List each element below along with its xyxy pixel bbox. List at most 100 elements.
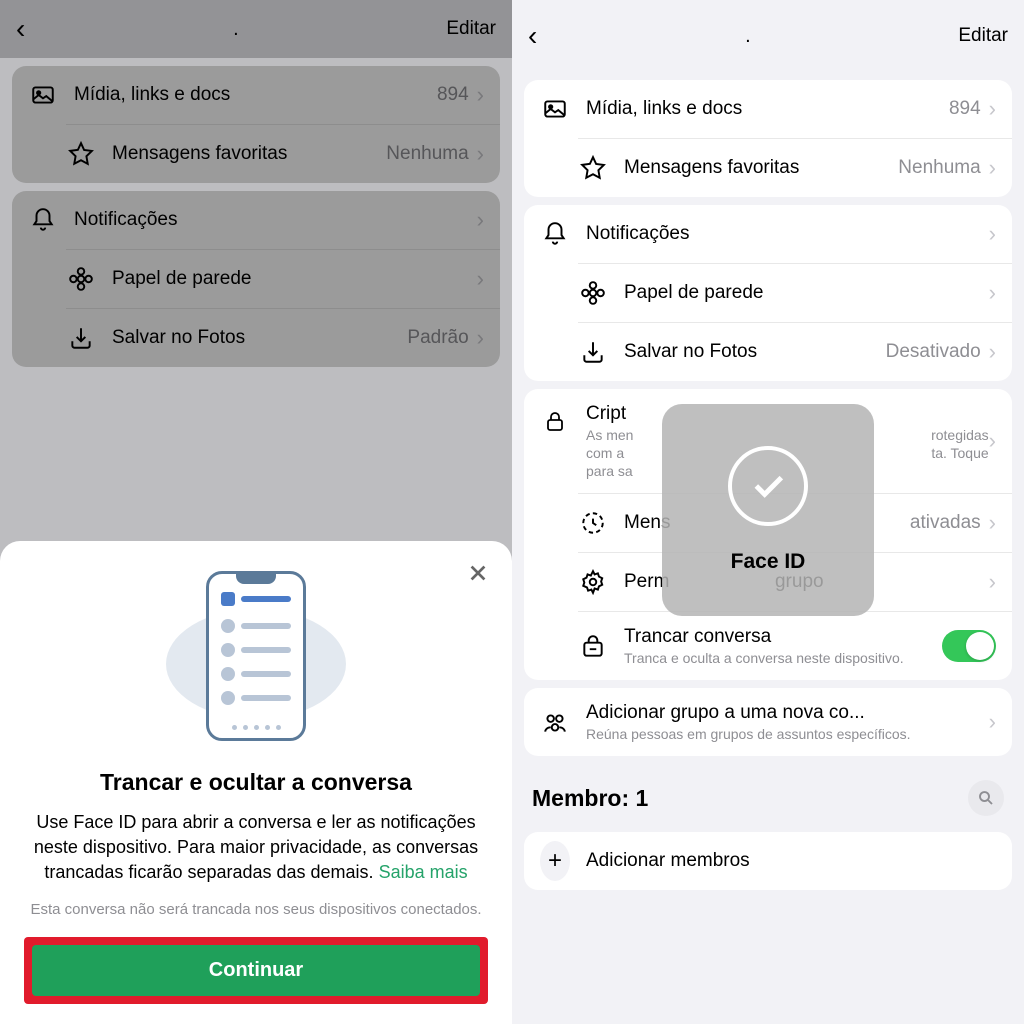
row-sub: As men	[586, 427, 633, 443]
chevron-right-icon: ›	[477, 141, 484, 167]
row-label: Papel de parede	[624, 282, 989, 304]
lock-icon	[540, 407, 570, 437]
row-save-photos[interactable]: Salvar no Fotos Padrão ›	[66, 308, 500, 367]
row-notifications[interactable]: Notificações ›	[12, 191, 500, 249]
row-notifications[interactable]: Notificações ›	[524, 205, 1012, 263]
header: ‹ . Editar	[0, 0, 512, 58]
chevron-right-icon: ›	[989, 155, 996, 181]
members-count: Membro: 1	[532, 785, 648, 812]
flower-icon	[66, 264, 96, 294]
chevron-right-icon: ›	[989, 428, 996, 454]
learn-more-link[interactable]: Saiba mais	[379, 862, 468, 882]
flower-icon	[578, 278, 608, 308]
edit-button[interactable]: Editar	[958, 25, 1008, 47]
row-sub-end: ta. Toque	[931, 445, 988, 461]
members-header: Membro: 1	[512, 764, 1024, 824]
edit-button[interactable]: Editar	[446, 18, 496, 40]
row-add-community[interactable]: Adicionar grupo a uma nova co... Reúna p…	[524, 688, 1012, 756]
row-value: Nenhuma	[898, 157, 980, 179]
row-media[interactable]: Mídia, links e docs 894 ›	[524, 80, 1012, 138]
row-label: Mídia, links e docs	[586, 98, 949, 120]
button-highlight: Continuar	[24, 937, 488, 1004]
header: ‹ . Editar	[512, 0, 1024, 72]
row-label: Adicionar grupo a uma nova co...	[586, 702, 989, 724]
sheet-title: Trancar e ocultar a conversa	[24, 769, 488, 796]
timer-icon	[578, 508, 608, 538]
row-label: Salvar no Fotos	[624, 341, 886, 363]
row-lock-chat[interactable]: Trancar conversa Tranca e oculta a conve…	[578, 611, 1012, 680]
faceid-label: Face ID	[731, 550, 806, 574]
row-label: Mensagens favoritas	[112, 143, 386, 165]
row-save-photos[interactable]: Salvar no Fotos Desativado ›	[578, 322, 1012, 381]
row-value: ativadas	[910, 512, 981, 534]
lock-toggle[interactable]	[942, 630, 996, 662]
row-media[interactable]: Mídia, links e docs 894 ›	[12, 66, 500, 124]
plus-icon: +	[540, 846, 570, 876]
row-sub-end: rotegidas	[931, 427, 989, 443]
card-media: Mídia, links e docs 894 › Mensagens favo…	[524, 80, 1012, 197]
continue-button[interactable]: Continuar	[32, 945, 480, 996]
back-icon[interactable]: ‹	[528, 20, 537, 52]
sheet-body: Use Face ID para abrir a conversa e ler …	[24, 810, 488, 886]
screen-left: ‹ . Editar Mídia, links e docs 894 › Men…	[0, 0, 512, 1024]
header-title: .	[233, 18, 239, 41]
chevron-right-icon: ›	[989, 569, 996, 595]
bell-icon	[540, 219, 570, 249]
download-icon	[66, 323, 96, 353]
card-settings: Notificações › Papel de parede › Salvar …	[12, 191, 500, 367]
row-starred[interactable]: Mensagens favoritas Nenhuma ›	[578, 138, 1012, 197]
row-add-members[interactable]: + Adicionar membros	[524, 832, 1012, 890]
row-value: Desativado	[886, 341, 981, 363]
row-label: Adicionar membros	[586, 850, 996, 872]
card-settings: Notificações › Papel de parede › Salvar …	[524, 205, 1012, 381]
row-text: Trancar conversa Tranca e oculta a conve…	[624, 626, 942, 666]
row-label: Notificações	[74, 209, 477, 231]
card-community: Adicionar grupo a uma nova co... Reúna p…	[524, 688, 1012, 756]
chat-lock-icon	[578, 632, 608, 662]
header-title: .	[745, 25, 751, 48]
row-wallpaper[interactable]: Papel de parede ›	[66, 249, 500, 308]
chevron-right-icon: ›	[477, 207, 484, 233]
search-button[interactable]	[968, 780, 1004, 816]
chevron-right-icon: ›	[989, 510, 996, 536]
row-value: Nenhuma	[386, 143, 468, 165]
sheet-note: Esta conversa não será trancada nos seus…	[24, 900, 488, 920]
chevron-right-icon: ›	[989, 280, 996, 306]
community-icon	[540, 708, 570, 738]
row-value: 894	[437, 84, 469, 106]
row-value: Padrão	[407, 327, 468, 349]
checkmark-icon	[728, 446, 808, 526]
chevron-right-icon: ›	[989, 96, 996, 122]
bottom-sheet: Trancar e ocultar a conversa Use Face ID…	[0, 541, 512, 1024]
back-icon[interactable]: ‹	[16, 13, 25, 45]
lock-illustration	[24, 569, 488, 749]
chevron-right-icon: ›	[989, 339, 996, 365]
row-label: Papel de parede	[112, 268, 477, 290]
gear-icon	[578, 567, 608, 597]
faceid-overlay: Face ID	[662, 404, 874, 616]
download-icon	[578, 337, 608, 367]
star-icon	[578, 153, 608, 183]
row-sub: com a	[586, 445, 624, 461]
card-members: + Adicionar membros	[524, 832, 1012, 890]
chevron-right-icon: ›	[477, 266, 484, 292]
row-value: 894	[949, 98, 981, 120]
image-icon	[28, 80, 58, 110]
chevron-right-icon: ›	[477, 325, 484, 351]
dimmed-content: ‹ . Editar Mídia, links e docs 894 › Men…	[0, 0, 512, 367]
screen-right: ‹ . Editar Mídia, links e docs 894 › Men…	[512, 0, 1024, 1024]
row-sub: Reúna pessoas em grupos de assuntos espe…	[586, 726, 989, 742]
row-label: Notificações	[586, 223, 989, 245]
row-wallpaper[interactable]: Papel de parede ›	[578, 263, 1012, 322]
star-icon	[66, 139, 96, 169]
row-label: Mídia, links e docs	[74, 84, 437, 106]
card-media: Mídia, links e docs 894 › Mensagens favo…	[12, 66, 500, 183]
chevron-right-icon: ›	[989, 709, 996, 735]
chevron-right-icon: ›	[477, 82, 484, 108]
row-sub: Tranca e oculta a conversa neste disposi…	[624, 650, 942, 666]
row-label: Mensagens favoritas	[624, 157, 898, 179]
row-starred[interactable]: Mensagens favoritas Nenhuma ›	[66, 124, 500, 183]
image-icon	[540, 94, 570, 124]
close-icon[interactable]	[462, 557, 494, 589]
row-text: Adicionar grupo a uma nova co... Reúna p…	[586, 702, 989, 742]
